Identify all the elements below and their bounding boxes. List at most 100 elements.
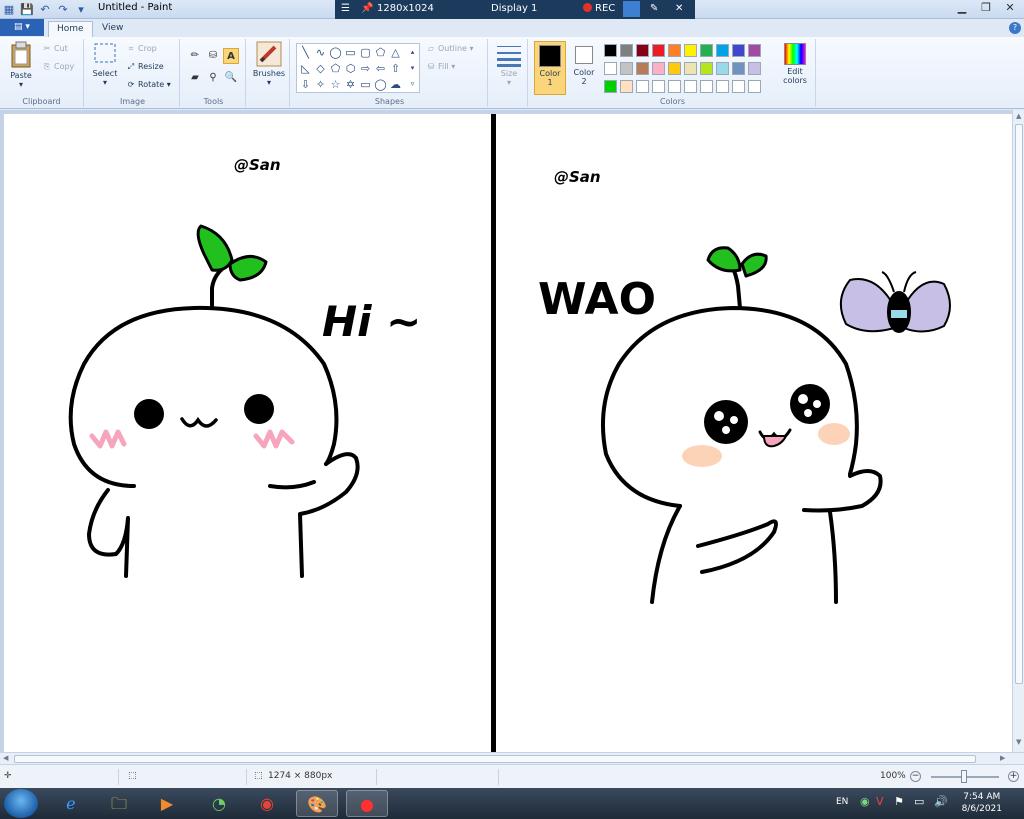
palette-swatch[interactable]: [748, 62, 761, 75]
crop-button[interactable]: ⌗ Crop: [126, 44, 157, 54]
right-triangle-shape-icon[interactable]: ◺: [298, 61, 313, 76]
drawing-canvas[interactable]: @San Hi ~ @San WAO: [4, 114, 1012, 752]
palette-swatch[interactable]: [684, 62, 697, 75]
stop-square-button[interactable]: [623, 1, 640, 17]
maximize-button[interactable]: ❐: [974, 0, 998, 17]
zoom-in-button[interactable]: +: [1008, 771, 1019, 782]
palette-swatch[interactable]: [716, 62, 729, 75]
pin-icon[interactable]: 📌: [361, 3, 373, 14]
palette-swatch[interactable]: [684, 44, 697, 57]
right-arrow-shape-icon[interactable]: ⇨: [358, 61, 373, 76]
palette-swatch[interactable]: [732, 80, 745, 93]
cloud-callout-shape-icon[interactable]: ☁: [388, 77, 403, 92]
scroll-right-arrow-icon[interactable]: ▶: [1000, 754, 1005, 762]
menu-icon[interactable]: ☰: [341, 3, 350, 14]
scroll-down-icon[interactable]: ▾: [405, 61, 420, 76]
color1-button[interactable]: Color 1: [534, 41, 566, 95]
tray-display-icon[interactable]: ▭: [914, 795, 924, 808]
system-clock[interactable]: 7:54 AM 8/6/2021: [962, 791, 1002, 815]
color-picker-icon[interactable]: ⚲: [205, 70, 221, 86]
paint-taskbar-icon[interactable]: 🎨: [296, 790, 338, 817]
paint-app-icon[interactable]: ▦: [2, 3, 16, 17]
palette-swatch[interactable]: [668, 44, 681, 57]
rectangle-shape-icon[interactable]: ▭: [343, 45, 358, 60]
palette-swatch[interactable]: [716, 80, 729, 93]
customize-qat-icon[interactable]: ▾: [74, 3, 88, 17]
oval-callout-shape-icon[interactable]: ◯: [373, 77, 388, 92]
scroll-up-arrow-icon[interactable]: ▲: [1016, 112, 1021, 120]
brushes-button[interactable]: Brushes ▾: [250, 41, 288, 87]
vertical-scroll-thumb[interactable]: [1015, 124, 1023, 684]
palette-swatch[interactable]: [620, 44, 633, 57]
palette-swatch[interactable]: [652, 62, 665, 75]
scroll-up-icon[interactable]: ▴: [405, 45, 420, 60]
scroll-left-arrow-icon[interactable]: ◀: [3, 754, 8, 762]
outline-button[interactable]: ▱ Outline ▾: [426, 44, 474, 53]
four-point-star-shape-icon[interactable]: ✧: [313, 77, 328, 92]
scroll-down-arrow-icon[interactable]: ▼: [1016, 738, 1021, 746]
zoom-out-button[interactable]: −: [910, 771, 921, 782]
undo-icon[interactable]: ↶: [38, 3, 52, 17]
rotate-button[interactable]: ⟳ Rotate ▾: [126, 80, 171, 89]
save-icon[interactable]: 💾: [20, 3, 34, 17]
shapes-gallery[interactable]: ╲ ∿ ◯ ▭ ▢ ⬠ △ ◺ ◇ ⬠ ⬡ ⇨ ⇦ ⇧ ⇩ ✧ ☆ ✡ ▭ ◯ …: [296, 43, 420, 93]
curve-shape-icon[interactable]: ∿: [313, 45, 328, 60]
tab-home[interactable]: Home: [48, 21, 93, 37]
palette-swatch[interactable]: [748, 44, 761, 57]
six-point-star-shape-icon[interactable]: ✡: [343, 77, 358, 92]
start-button[interactable]: [4, 789, 38, 818]
close-button[interactable]: ✕: [998, 0, 1022, 17]
recorder-taskbar-icon[interactable]: ●: [346, 790, 388, 817]
line-shape-icon[interactable]: ╲: [298, 45, 313, 60]
color2-button[interactable]: Color 2: [568, 41, 600, 95]
palette-swatch[interactable]: [732, 44, 745, 57]
palette-swatch[interactable]: [684, 80, 697, 93]
expand-gallery-icon[interactable]: ▿: [405, 77, 420, 92]
tray-record-icon[interactable]: ◉: [860, 795, 870, 808]
fill-bucket-icon[interactable]: ⛁: [205, 48, 221, 64]
paste-button[interactable]: Paste ▾: [6, 41, 36, 89]
palette-swatch[interactable]: [636, 62, 649, 75]
chrome-icon[interactable]: ◉: [246, 790, 288, 817]
diamond-shape-icon[interactable]: ◇: [313, 61, 328, 76]
palette-swatch[interactable]: [620, 62, 633, 75]
palette-swatch[interactable]: [700, 80, 713, 93]
rect-callout-shape-icon[interactable]: ▭: [358, 77, 373, 92]
remote-close-icon[interactable]: ✕: [675, 3, 683, 14]
magnifier-icon[interactable]: 🔍: [223, 70, 239, 86]
fill-button[interactable]: ⛁ Fill ▾: [426, 62, 456, 71]
palette-swatch[interactable]: [716, 44, 729, 57]
tray-v-icon[interactable]: V: [876, 795, 884, 808]
language-indicator[interactable]: EN: [836, 797, 848, 807]
palette-swatch[interactable]: [668, 80, 681, 93]
five-point-star-shape-icon[interactable]: ☆: [328, 77, 343, 92]
triangle-shape-icon[interactable]: △: [388, 45, 403, 60]
palette-swatch[interactable]: [604, 44, 617, 57]
edit-colors-button[interactable]: Edit colors: [778, 41, 812, 85]
palette-swatch[interactable]: [652, 80, 665, 93]
zoom-slider-thumb[interactable]: [961, 770, 967, 783]
horizontal-scrollbar[interactable]: ◀ ▶: [0, 752, 1024, 764]
palette-swatch[interactable]: [700, 62, 713, 75]
palette-swatch[interactable]: [668, 62, 681, 75]
palette-swatch[interactable]: [604, 80, 617, 93]
copy-button[interactable]: ⎘ Copy: [42, 62, 75, 72]
volume-icon[interactable]: 🔊: [934, 795, 948, 808]
palette-swatch[interactable]: [636, 80, 649, 93]
rec-button[interactable]: REC: [583, 3, 615, 14]
tray-network-icon[interactable]: ⚑: [894, 795, 904, 808]
horizontal-scroll-thumb[interactable]: [14, 755, 976, 763]
file-menu-button[interactable]: ▤ ▾: [0, 19, 44, 36]
hexagon-shape-icon[interactable]: ⬡: [343, 61, 358, 76]
select-button[interactable]: Select ▾: [90, 41, 120, 87]
palette-swatch[interactable]: [732, 62, 745, 75]
help-icon[interactable]: ?: [1009, 22, 1021, 34]
palette-swatch[interactable]: [700, 44, 713, 57]
oval-shape-icon[interactable]: ◯: [328, 45, 343, 60]
down-arrow-shape-icon[interactable]: ⇩: [298, 77, 313, 92]
redo-icon[interactable]: ↷: [56, 3, 70, 17]
polygon-shape-icon[interactable]: ⬠: [373, 45, 388, 60]
palette-swatch[interactable]: [604, 62, 617, 75]
palette-swatch[interactable]: [748, 80, 761, 93]
cut-button[interactable]: ✂ Cut: [42, 44, 68, 53]
